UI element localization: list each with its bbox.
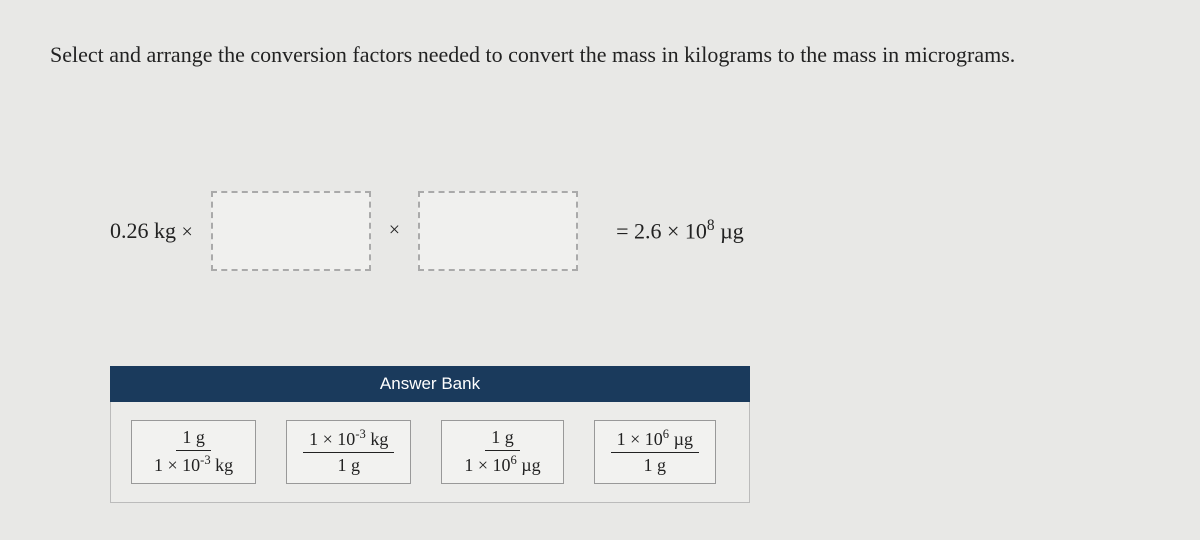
tile-numerator: 1 × 106 µg	[611, 427, 699, 454]
times-symbol: ×	[389, 219, 400, 242]
conversion-tile[interactable]: 1 g 1 × 106 µg	[441, 420, 563, 484]
starting-value: 0.26 kg ×	[110, 218, 193, 244]
tile-numerator: 1 × 10-3 kg	[303, 427, 394, 454]
drop-slot-1[interactable]	[211, 191, 371, 271]
tile-numerator: 1 g	[176, 427, 211, 452]
drop-slot-2[interactable]	[418, 191, 578, 271]
tile-denominator: 1 g	[638, 453, 673, 477]
equation-result: = 2.6 × 108 µg	[616, 217, 744, 244]
answer-bank: Answer Bank 1 g 1 × 10-3 kg 1 × 10-3 kg …	[110, 366, 750, 503]
tile-numerator: 1 g	[485, 427, 520, 452]
tile-denominator: 1 g	[331, 453, 366, 477]
tile-denominator: 1 × 10-3 kg	[148, 451, 239, 477]
answer-bank-title: Answer Bank	[110, 366, 750, 402]
tile-denominator: 1 × 106 µg	[458, 451, 546, 477]
equation-row: 0.26 kg × × = 2.6 × 108 µg	[110, 191, 1150, 271]
question-prompt: Select and arrange the conversion factor…	[50, 40, 1150, 71]
conversion-tile[interactable]: 1 g 1 × 10-3 kg	[131, 420, 256, 484]
answer-bank-body: 1 g 1 × 10-3 kg 1 × 10-3 kg 1 g 1 g 1 × …	[110, 402, 750, 503]
conversion-tile[interactable]: 1 × 10-3 kg 1 g	[286, 420, 411, 484]
conversion-tile[interactable]: 1 × 106 µg 1 g	[594, 420, 716, 484]
